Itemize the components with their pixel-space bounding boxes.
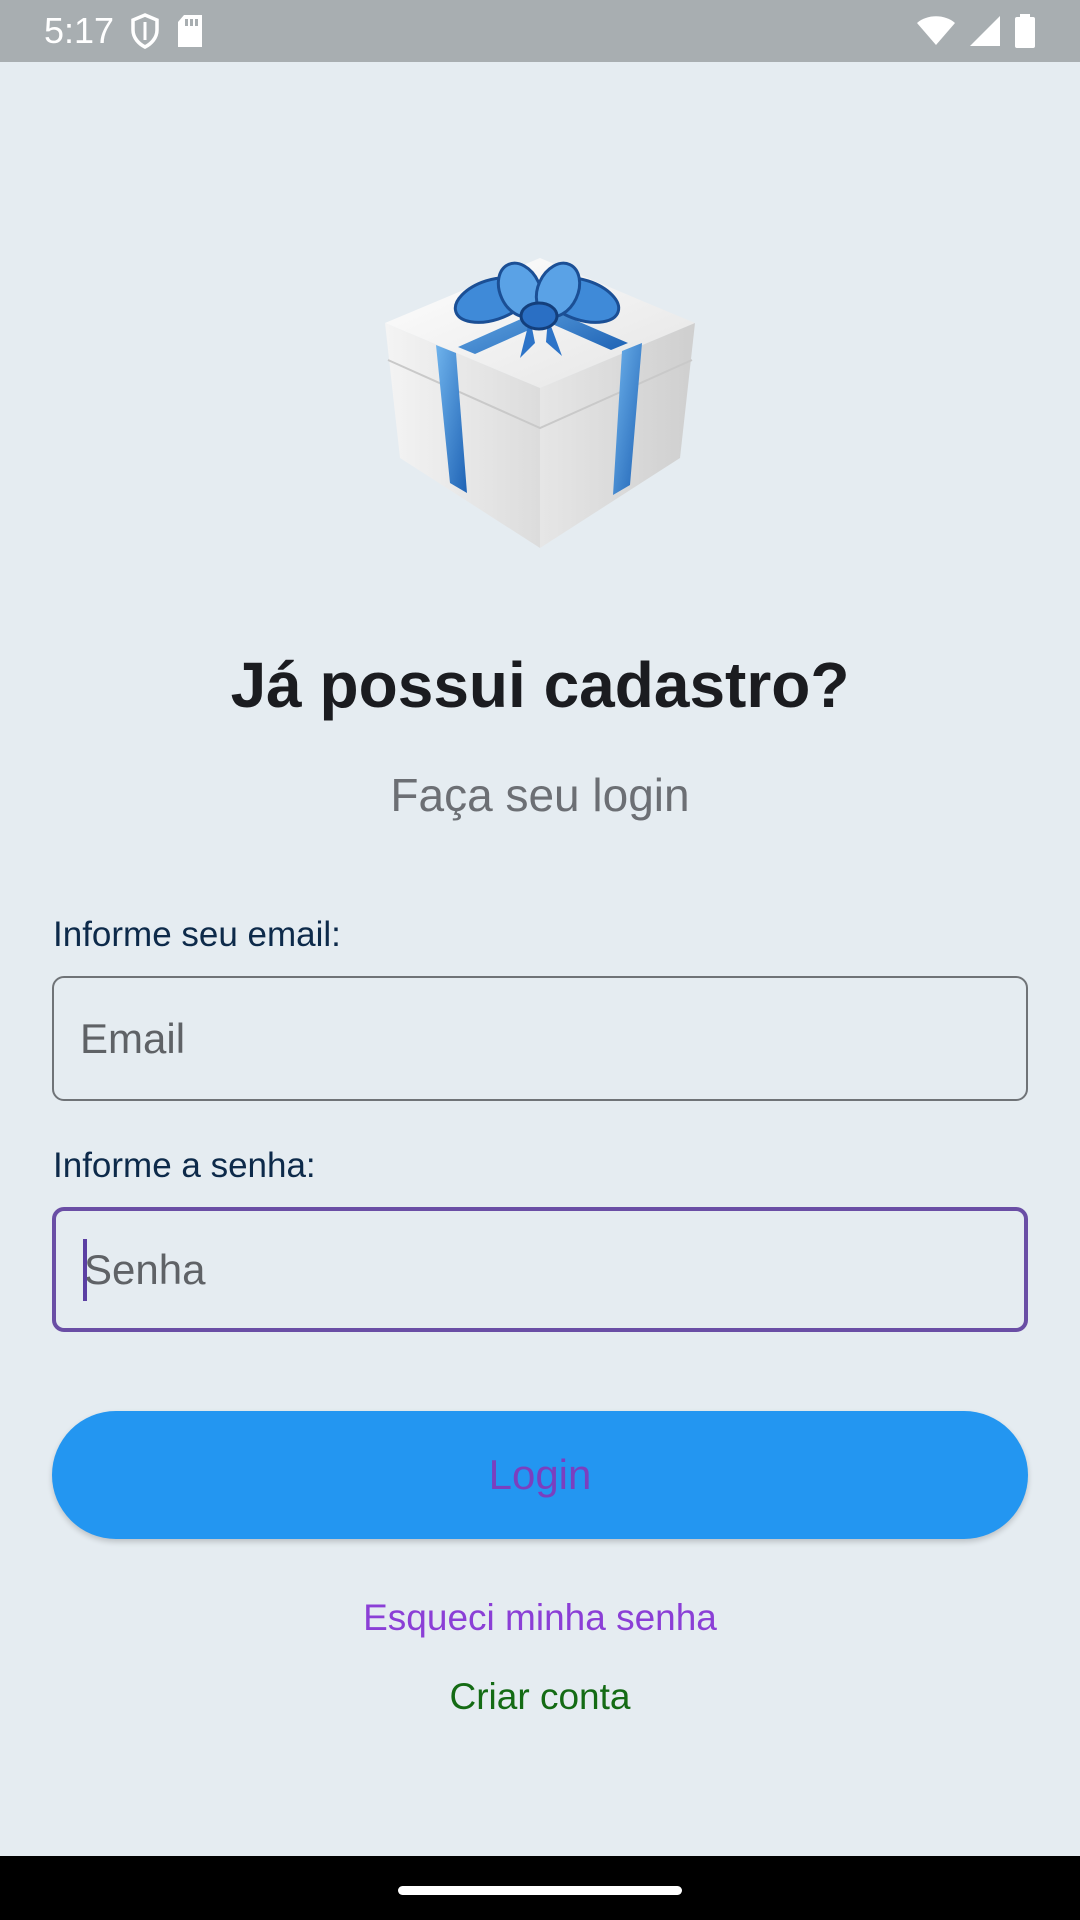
sd-card-icon bbox=[176, 14, 204, 48]
create-account-link[interactable]: Criar conta bbox=[0, 1676, 1080, 1718]
page-title: Já possui cadastro? bbox=[230, 649, 850, 721]
signal-icon bbox=[968, 15, 1002, 47]
password-field[interactable]: Senha bbox=[52, 1207, 1028, 1332]
status-left: 5:17 bbox=[44, 10, 204, 52]
wifi-icon bbox=[916, 15, 956, 47]
password-label: Informe a senha: bbox=[53, 1146, 316, 1185]
password-placeholder: Senha bbox=[84, 1245, 206, 1293]
status-time: 5:17 bbox=[44, 10, 115, 51]
forgot-password-link[interactable]: Esqueci minha senha bbox=[0, 1597, 1080, 1639]
gift-box-icon bbox=[370, 248, 710, 558]
text-cursor bbox=[83, 1239, 87, 1301]
email-placeholder: Email bbox=[80, 1014, 186, 1062]
navigation-bar bbox=[0, 1856, 1080, 1920]
battery-icon bbox=[1014, 14, 1036, 48]
email-label: Informe seu email: bbox=[53, 915, 341, 954]
login-button-label: Login bbox=[488, 1451, 592, 1498]
shield-icon bbox=[130, 13, 160, 49]
login-button[interactable]: Login bbox=[52, 1411, 1028, 1539]
status-bar: 5:17 bbox=[0, 0, 1080, 62]
status-right bbox=[916, 14, 1036, 48]
email-field[interactable]: Email bbox=[52, 976, 1028, 1101]
page-subtitle: Faça seu login bbox=[390, 769, 690, 821]
home-gesture-handle[interactable] bbox=[398, 1886, 682, 1895]
